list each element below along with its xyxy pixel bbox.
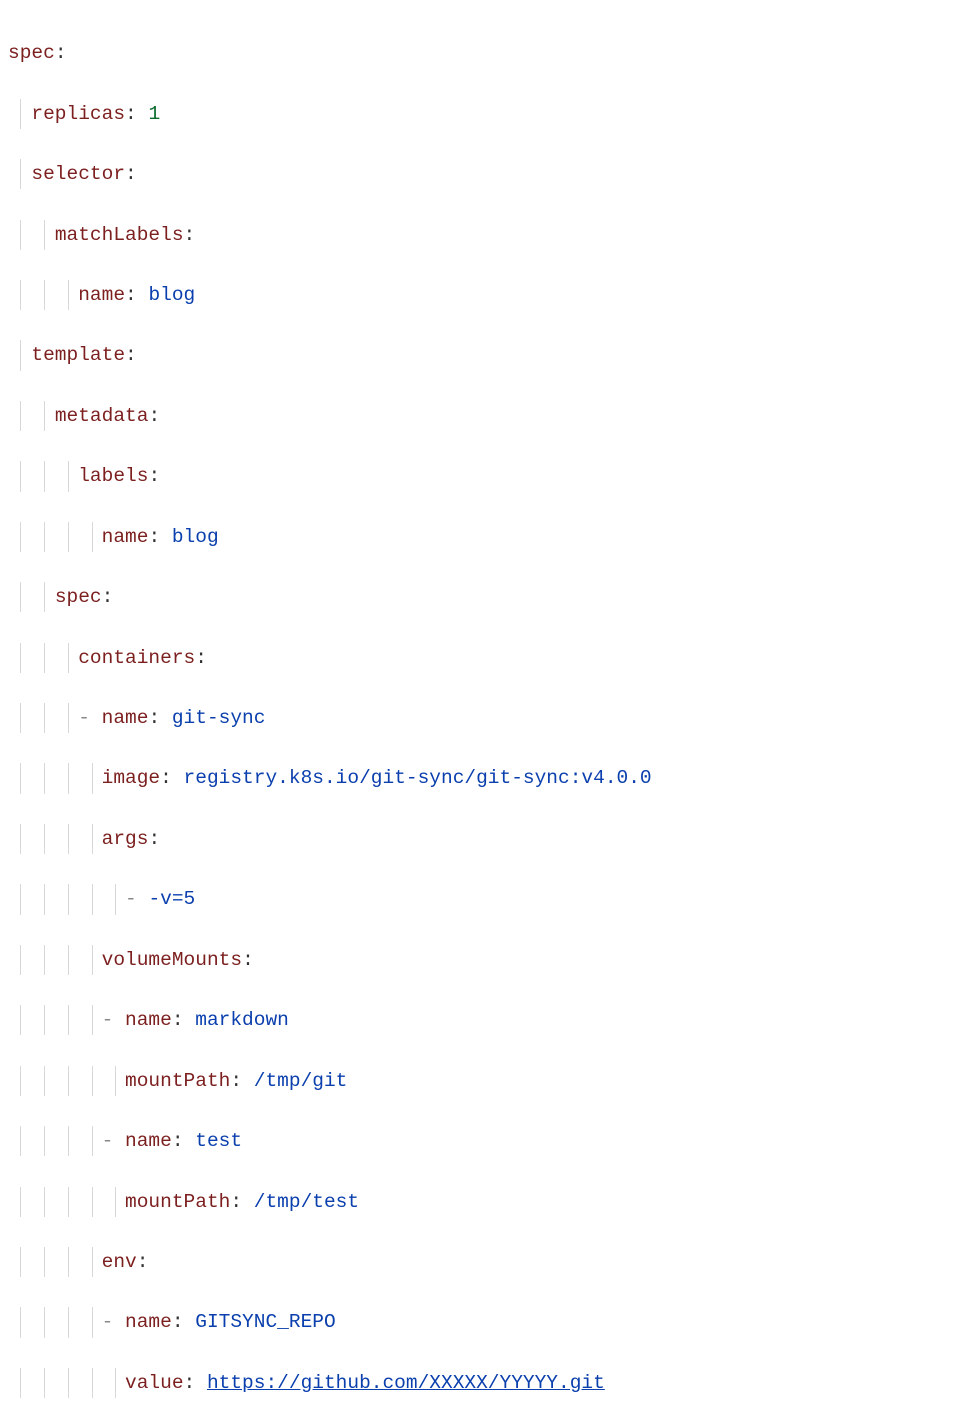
code-line: replicas: 1 xyxy=(8,99,962,129)
dash-icon: - xyxy=(102,1130,125,1152)
yaml-key: args xyxy=(102,828,149,850)
code-line: labels: xyxy=(8,461,962,491)
code-line: spec: xyxy=(8,38,962,68)
yaml-value: blog xyxy=(172,526,219,548)
yaml-key: volumeMounts xyxy=(102,949,242,971)
yaml-key: containers xyxy=(78,647,195,669)
yaml-value: markdown xyxy=(195,1009,289,1031)
yaml-key: spec xyxy=(8,42,55,64)
code-line: selector: xyxy=(8,159,962,189)
yaml-value: registry.k8s.io/git-sync/git-sync:v4.0.0 xyxy=(184,767,652,789)
yaml-key: name xyxy=(125,1311,172,1333)
yaml-key: value xyxy=(125,1372,184,1394)
yaml-code-block: spec: replicas: 1 selector: matchLabels:… xyxy=(8,8,962,1428)
yaml-key: image xyxy=(102,767,161,789)
yaml-value: test xyxy=(195,1130,242,1152)
yaml-value: -v=5 xyxy=(148,888,195,910)
code-line: matchLabels: xyxy=(8,220,962,250)
code-line: containers: xyxy=(8,643,962,673)
yaml-key: metadata xyxy=(55,405,149,427)
yaml-value: 1 xyxy=(148,103,160,125)
code-line: template: xyxy=(8,340,962,370)
code-line: name: blog xyxy=(8,522,962,552)
yaml-key: mountPath xyxy=(125,1191,230,1213)
yaml-key: matchLabels xyxy=(55,224,184,246)
yaml-value: GITSYNC_REPO xyxy=(195,1311,335,1333)
yaml-key: spec xyxy=(55,586,102,608)
yaml-value: /tmp/test xyxy=(254,1191,359,1213)
yaml-key: name xyxy=(102,707,149,729)
yaml-key: template xyxy=(31,344,125,366)
yaml-value: blog xyxy=(148,284,195,306)
code-line: env: xyxy=(8,1247,962,1277)
yaml-key: mountPath xyxy=(125,1070,230,1092)
yaml-key: name xyxy=(102,526,149,548)
yaml-value-link[interactable]: https://github.com/XXXXX/YYYYY.git xyxy=(207,1372,605,1394)
code-line: - name: test xyxy=(8,1126,962,1156)
code-line: volumeMounts: xyxy=(8,945,962,975)
dash-icon: - xyxy=(102,1311,125,1333)
code-line: image: registry.k8s.io/git-sync/git-sync… xyxy=(8,763,962,793)
code-line: - name: markdown xyxy=(8,1005,962,1035)
code-line: mountPath: /tmp/test xyxy=(8,1187,962,1217)
yaml-value: /tmp/git xyxy=(254,1070,348,1092)
code-line: args: xyxy=(8,824,962,854)
code-line: - name: git-sync xyxy=(8,703,962,733)
code-line: value: https://github.com/XXXXX/YYYYY.gi… xyxy=(8,1368,962,1398)
yaml-key: name xyxy=(125,1009,172,1031)
yaml-key: name xyxy=(125,1130,172,1152)
yaml-key: selector xyxy=(31,163,125,185)
code-line: mountPath: /tmp/git xyxy=(8,1066,962,1096)
code-line: metadata: xyxy=(8,401,962,431)
code-line: - name: GITSYNC_REPO xyxy=(8,1307,962,1337)
yaml-key: env xyxy=(102,1251,137,1273)
yaml-key: labels xyxy=(78,465,148,487)
yaml-value: git-sync xyxy=(172,707,266,729)
dash-icon: - xyxy=(102,1009,125,1031)
dash-icon: - xyxy=(78,707,101,729)
yaml-key: replicas xyxy=(31,103,125,125)
dash-icon: - xyxy=(113,888,148,910)
code-line: spec: xyxy=(8,582,962,612)
yaml-key: name xyxy=(78,284,125,306)
code-line: - -v=5 xyxy=(8,884,962,914)
code-line: name: blog xyxy=(8,280,962,310)
